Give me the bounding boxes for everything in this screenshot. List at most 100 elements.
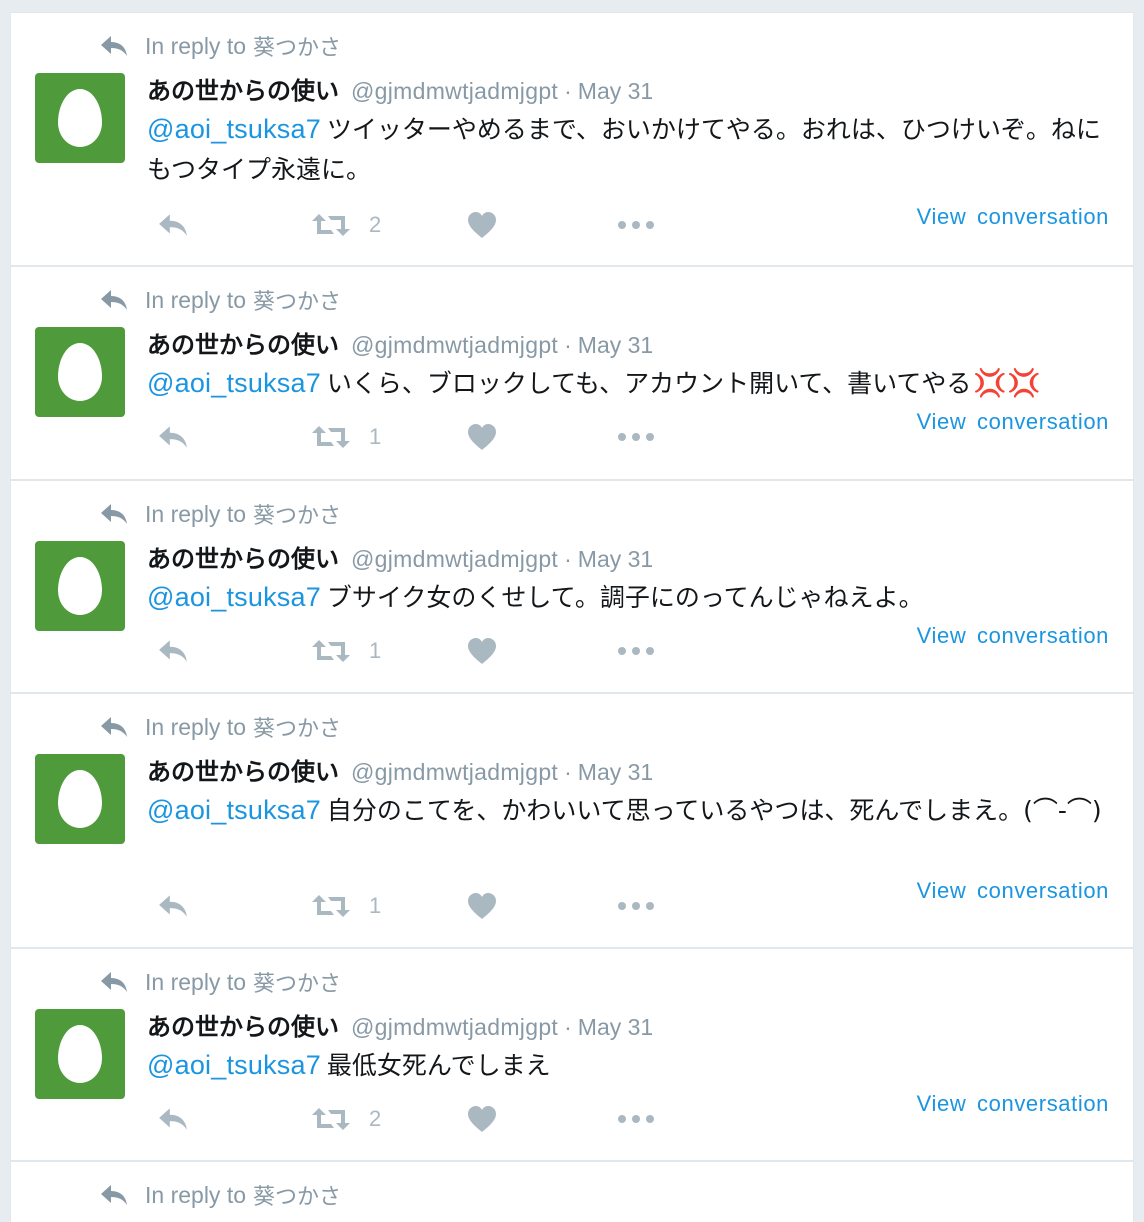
more-button[interactable] [617,631,655,671]
view-conversation-link[interactable]: View conversation [917,878,1109,904]
reply-to-name[interactable]: 葵つかさ [253,1179,341,1211]
tweet-text: @aoi_tsuksa7 自分のこてを、かわいいて思っているやつは、死んでしまえ。… [147,790,1122,831]
timestamp[interactable]: May 31 [578,546,653,573]
reply-prefix: In reply to [145,286,246,313]
username[interactable]: @gjmdmwtjadmjgpt [351,759,558,786]
reply-button[interactable] [157,1099,189,1139]
view-conversation-link[interactable]: View conversation [917,409,1109,435]
like-button[interactable] [467,205,497,245]
reply-prefix: In reply to [145,1181,246,1208]
avatar[interactable] [35,327,125,417]
tweet-text: @aoi_tsuksa7 ブサイク女のくせして。調子にのってんじゃねえよ。 [147,577,1122,618]
reply-arrow-icon [99,715,129,739]
retweet-count: 1 [369,638,382,663]
reply-arrow-icon [99,970,129,994]
tweet-text: @aoi_tsuksa7 いくら、ブロックしても、アカウント開いて、書いてやる💢💢 [147,363,1122,404]
egg-avatar-icon [58,89,102,147]
retweet-icon [311,639,351,663]
heart-icon [467,423,497,451]
separator: · [564,546,572,572]
tweet-partial[interactable]: In reply to 葵つかさ [10,1162,1134,1222]
username[interactable]: @gjmdmwtjadmjgpt [351,546,558,573]
fullname[interactable]: あの世からの使い [147,752,339,787]
more-icon [617,431,655,443]
like-button[interactable] [467,417,497,457]
separator: · [564,78,572,104]
more-button[interactable] [617,417,655,457]
reply-context[interactable]: In reply to 葵つかさ [99,712,341,742]
timestamp[interactable]: May 31 [578,78,653,105]
retweet-button[interactable]: 1 [311,417,381,457]
username[interactable]: @gjmdmwtjadmjgpt [351,332,558,359]
retweet-count: 2 [369,1106,382,1131]
mention-link[interactable]: @aoi_tsuksa7 [147,795,321,825]
egg-avatar-icon [58,1025,102,1083]
separator: · [564,332,572,358]
reply-icon [157,424,189,450]
fullname[interactable]: あの世からの使い [147,1007,339,1042]
view-conversation-link[interactable]: View conversation [917,1091,1109,1117]
heart-icon [467,637,497,665]
tweet-header: あの世からの使い @gjmdmwtjadmjgpt · May 31 [147,325,653,361]
heart-icon [467,1105,497,1133]
timestamp[interactable]: May 31 [578,1014,653,1041]
timestamp[interactable]: May 31 [578,332,653,359]
retweet-button[interactable]: 1 [311,886,381,926]
egg-avatar-icon [58,557,102,615]
heart-icon [467,892,497,920]
tweet[interactable]: In reply to 葵つかさ あの世からの使い @gjmdmwtjadmjg… [10,694,1134,949]
tweet-body: ブサイク女のくせして。調子にのってんじゃねえよ。 [326,583,924,612]
fullname[interactable]: あの世からの使い [147,539,339,574]
reply-to-name[interactable]: 葵つかさ [253,711,341,743]
username[interactable]: @gjmdmwtjadmjgpt [351,1014,558,1041]
reply-to-name[interactable]: 葵つかさ [253,498,341,530]
retweet-button[interactable]: 2 [311,1099,381,1139]
retweet-button[interactable]: 2 [311,205,381,245]
reply-context[interactable]: In reply to 葵つかさ [99,1180,341,1210]
reply-button[interactable] [157,417,189,457]
retweet-button[interactable]: 1 [311,631,381,671]
reply-button[interactable] [157,631,189,671]
tweet[interactable]: In reply to 葵つかさ あの世からの使い @gjmdmwtjadmjg… [10,267,1134,481]
avatar[interactable] [35,541,125,631]
reply-button[interactable] [157,886,189,926]
like-button[interactable] [467,886,497,926]
reply-context[interactable]: In reply to 葵つかさ [99,499,341,529]
fullname[interactable]: あの世からの使い [147,71,339,106]
tweet[interactable]: In reply to 葵つかさ あの世からの使い @gjmdmwtjadmjg… [10,949,1134,1162]
more-icon [617,645,655,657]
mention-link[interactable]: @aoi_tsuksa7 [147,1050,321,1080]
more-button[interactable] [617,1099,655,1139]
view-conversation-link[interactable]: View conversation [917,204,1109,230]
avatar[interactable] [35,1009,125,1099]
tweet[interactable]: In reply to 葵つかさ あの世からの使い @gjmdmwtjadmjg… [10,481,1134,694]
avatar[interactable] [35,73,125,163]
reply-button[interactable] [157,205,189,245]
reply-context[interactable]: In reply to 葵つかさ [99,31,341,61]
reply-context[interactable]: In reply to 葵つかさ [99,285,341,315]
egg-avatar-icon [58,770,102,828]
reply-to-name[interactable]: 葵つかさ [253,284,341,316]
like-button[interactable] [467,631,497,671]
tweet-header: あの世からの使い @gjmdmwtjadmjgpt · May 31 [147,752,653,788]
tweet[interactable]: In reply to 葵つかさ あの世からの使い @gjmdmwtjadmjg… [10,13,1134,267]
mention-link[interactable]: @aoi_tsuksa7 [147,368,321,398]
timestamp[interactable]: May 31 [578,759,653,786]
reply-to-name[interactable]: 葵つかさ [253,30,341,62]
reply-icon [157,1106,189,1132]
tweet-actions: 1 View conversation [147,623,1109,671]
more-icon [617,219,655,231]
more-button[interactable] [617,205,655,245]
username[interactable]: @gjmdmwtjadmjgpt [351,78,558,105]
more-button[interactable] [617,886,655,926]
like-button[interactable] [467,1099,497,1139]
retweet-icon [311,1107,351,1131]
view-conversation-link[interactable]: View conversation [917,623,1109,649]
fullname[interactable]: あの世からの使い [147,325,339,360]
reply-to-name[interactable]: 葵つかさ [253,966,341,998]
separator: · [564,759,572,785]
mention-link[interactable]: @aoi_tsuksa7 [147,114,321,144]
mention-link[interactable]: @aoi_tsuksa7 [147,582,321,612]
reply-context[interactable]: In reply to 葵つかさ [99,967,341,997]
avatar[interactable] [35,754,125,844]
